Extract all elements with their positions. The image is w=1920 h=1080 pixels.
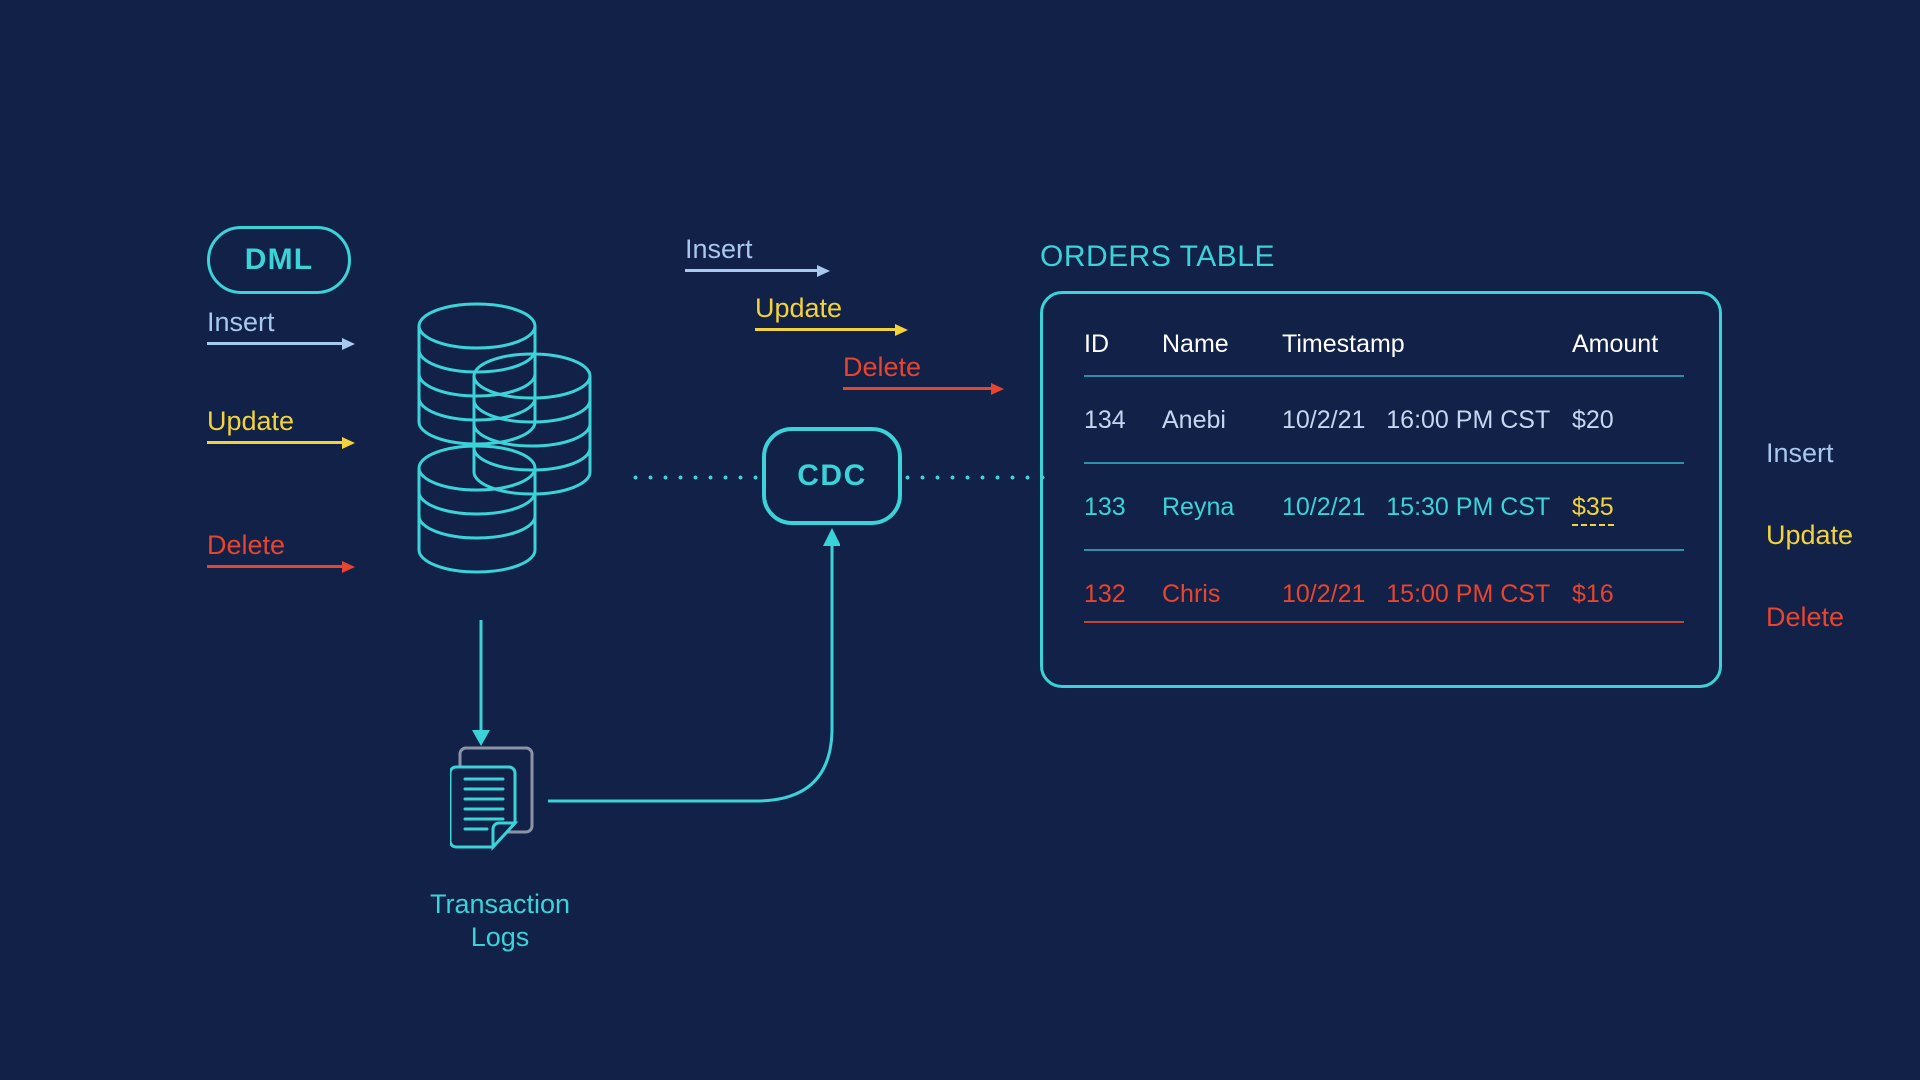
table-row: 134 Anebi 10/2/21 16:00 PM CST $20 [1084,376,1684,463]
arrow-head [817,264,830,277]
db-to-cdc-connector [628,475,764,480]
arrow-shaft [207,441,342,444]
legend-item-update: Update [1766,520,1854,550]
cdc-node-label: CDC [797,459,867,492]
arrow-head [342,337,355,350]
column-header-amount: Amount [1572,330,1659,358]
arrow-shaft [685,269,817,272]
cell-amount-updated: $35 [1572,493,1614,526]
cell-id: 134 [1084,406,1126,434]
cdc-node: CDC [762,427,902,525]
source-arrow-insert-label: Insert [207,307,275,337]
arrow-shaft [207,342,342,345]
orders-table-header-row: ID Name Timestamp Amount [1084,330,1684,376]
cell-timestamp: 10/2/21 16:00 PM CST [1282,376,1572,463]
cell-timestamp: 10/2/21 15:00 PM CST [1282,550,1572,636]
cell-name: Reyna [1162,493,1235,521]
db-to-logs-arrow [466,620,496,750]
cdc-to-table-connector [900,475,1048,480]
arrow-head [991,382,1004,395]
transaction-logs-label-line1: Transaction [429,889,571,919]
cell-time: 16:00 PM CST [1386,406,1551,434]
cell-date: 10/2/21 [1282,580,1366,608]
arrow-head [342,560,355,573]
cell-timestamp: 10/2/21 15:30 PM CST [1282,463,1572,550]
orders-table-body: ID Name Timestamp Amount 134 Anebi 10/2/… [1084,330,1684,636]
source-arrow-delete-label: Delete [207,530,286,560]
arrow-shaft [755,328,895,331]
cell-amount: $16 [1572,580,1614,608]
cell-date: 10/2/21 [1282,406,1366,434]
column-header-timestamp: Timestamp [1282,330,1405,358]
mid-arrow-update-label: Update [755,293,843,323]
orders-table: ID Name Timestamp Amount 134 Anebi 10/2/… [1084,330,1684,636]
cell-time: 15:30 PM CST [1386,493,1551,521]
mid-arrow-insert-label: Insert [685,234,753,264]
orders-table-title: ORDERS TABLE [1040,240,1275,273]
deleted-row-strikethrough [1084,621,1684,623]
db-cylinder-upper-left [417,302,537,446]
legend-item-insert: Insert [1766,438,1834,468]
table-row: 133 Reyna 10/2/21 15:30 PM CST $35 [1084,463,1684,550]
legend: Insert Update Delete [1766,440,1853,686]
transaction-logs-icon [448,745,545,860]
arrow-shaft [843,387,991,390]
orders-table-rows: 134 Anebi 10/2/21 16:00 PM CST $20 133 R… [1084,376,1684,636]
cell-amount: $35 [1572,463,1684,550]
cell-date: 10/2/21 [1282,493,1366,521]
column-header-name: Name [1162,330,1229,358]
logs-folded-corner [491,821,519,851]
cell-time: 15:00 PM CST [1386,580,1551,608]
arrow-shaft [207,565,342,568]
orders-table-head: ID Name Timestamp Amount [1084,330,1684,376]
dml-badge-label: DML [244,243,314,276]
table-row: 132 Chris 10/2/21 15:00 PM CST $16 [1084,550,1684,636]
db-cylinder-lower-left [417,444,537,574]
arrow-head [895,323,908,336]
cell-id: 132 [1084,580,1126,608]
transaction-logs-label: Transaction Logs [360,888,640,954]
logs-to-cdc-arrow [540,516,841,806]
diagram-canvas: DML Insert Update Delete Insert Update D… [0,0,1920,1080]
cell-name: Chris [1162,580,1221,608]
cell-id: 133 [1084,493,1126,521]
arrow-head [342,436,355,449]
source-arrow-update-label: Update [207,406,295,436]
column-header-id: ID [1084,330,1109,358]
cell-amount: $20 [1572,406,1614,434]
legend-item-delete: Delete [1766,602,1845,632]
mid-arrow-delete-label: Delete [843,352,922,382]
dml-badge: DML [207,226,351,294]
cell-name: Anebi [1162,406,1226,434]
transaction-logs-label-line2: Logs [470,921,530,952]
